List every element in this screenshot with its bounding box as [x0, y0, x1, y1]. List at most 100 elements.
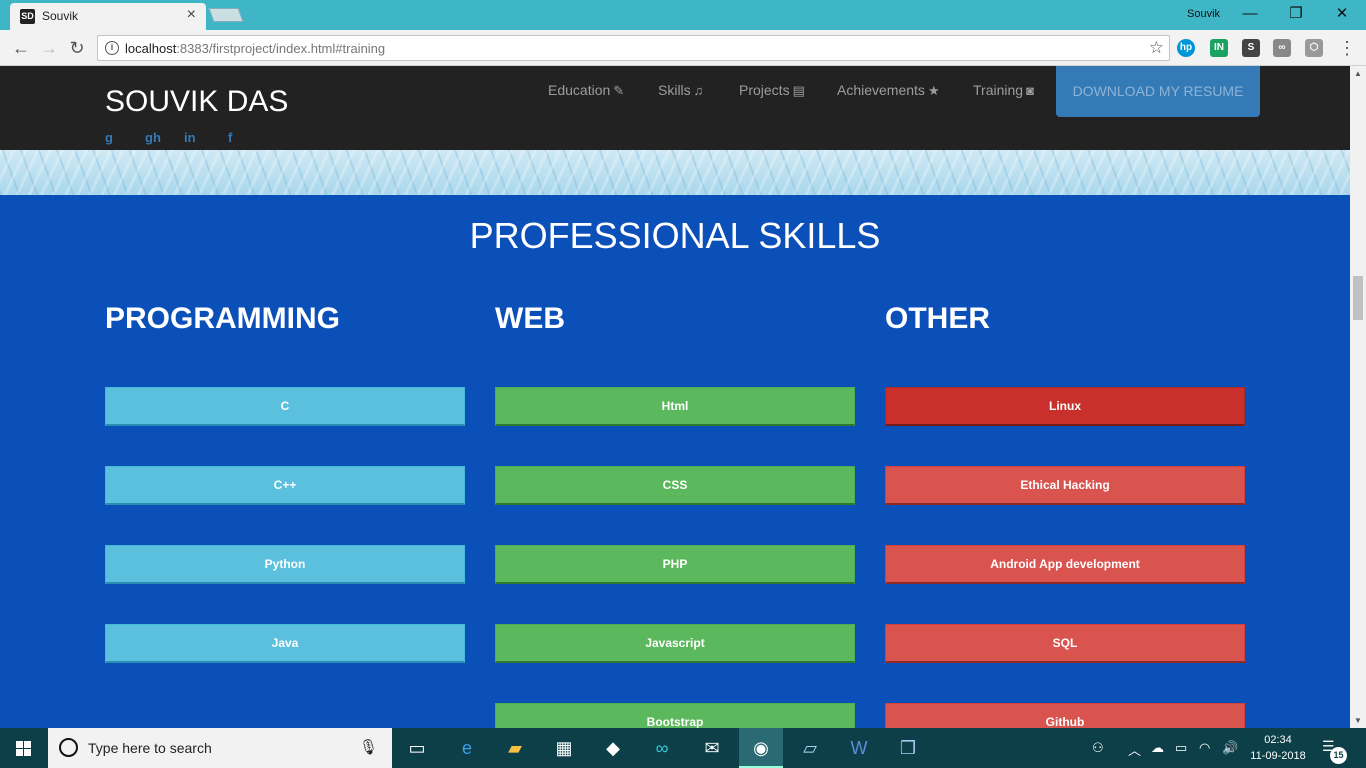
close-window-button[interactable]: ✕ [1332, 3, 1352, 25]
notification-count-badge: 15 [1330, 747, 1347, 764]
address-bar[interactable]: i localhost:8383/firstproject/index.html… [97, 35, 1170, 61]
dropbox-icon[interactable]: ◆ [601, 736, 625, 760]
scroll-up-icon[interactable]: ▲ [1354, 69, 1362, 78]
skill-button[interactable]: Linux [885, 387, 1245, 426]
web-page: SOUVIK DAS g gh in f Education ✎ Skills ♫ … [0, 66, 1366, 728]
cortana-icon [59, 738, 78, 757]
skill-button[interactable]: CSS [495, 466, 855, 505]
nav-training[interactable]: Training ◙ [973, 82, 1034, 98]
volume-icon[interactable]: 🔊 [1222, 740, 1238, 756]
maximize-button[interactable]: ❐ [1286, 3, 1306, 25]
menu-icon[interactable]: ⋮ [1336, 37, 1358, 59]
taskbar-search[interactable]: Type here to search 🎙 [48, 728, 392, 768]
windows-taskbar: Type here to search 🎙 ▭ e ▰ ▦ ◆ ∞ ✉ ◉ ▱ … [0, 728, 1366, 768]
store-icon[interactable]: ▦ [552, 736, 576, 760]
taskbar-clock[interactable]: 02:34 11-09-2018 [1249, 732, 1307, 764]
skill-button[interactable]: Java [105, 624, 465, 663]
mail-icon[interactable]: ✉ [700, 736, 724, 760]
virtualbox-icon[interactable]: ❒ [896, 736, 920, 760]
star-icon: ★ [927, 83, 940, 98]
new-tab-button[interactable] [208, 8, 244, 22]
linkedin-icon[interactable]: in [184, 130, 196, 145]
reload-icon[interactable]: ↻ [66, 37, 88, 59]
skill-button[interactable]: Python [105, 545, 465, 584]
start-button[interactable] [0, 728, 48, 768]
browser-titlebar: SD Souvik × Souvik — ❐ ✕ [0, 0, 1366, 30]
url-host: localhost [125, 41, 177, 56]
notes-icon[interactable]: ▱ [798, 736, 822, 760]
facebook-icon[interactable]: f [228, 130, 232, 145]
nav-education-label: Education [548, 82, 611, 98]
google-plus-icon[interactable]: g [105, 130, 113, 145]
nav-achievements[interactable]: Achievements ★ [837, 82, 940, 99]
scroll-down-icon[interactable]: ▼ [1354, 716, 1362, 725]
hp-extension-icon[interactable]: hp [1177, 39, 1195, 57]
shield-extension-icon[interactable]: ⬡ [1305, 39, 1323, 57]
chrome-icon[interactable]: ◉ [749, 736, 773, 760]
file-explorer-icon[interactable]: ▰ [503, 736, 527, 760]
clock-date: 11-09-2018 [1250, 750, 1306, 762]
nav-projects[interactable]: Projects ▤ [739, 82, 805, 99]
url-path: :8383/firstproject/index.html#training [176, 41, 386, 56]
show-hidden-icons-chevron-icon[interactable]: ︿ [1128, 740, 1141, 759]
browser-tab[interactable]: SD Souvik × [10, 3, 206, 30]
site-brand[interactable]: SOUVIK DAS [105, 85, 288, 119]
edge-icon[interactable]: e [455, 736, 479, 760]
scroll-thumb[interactable] [1353, 276, 1363, 320]
windows-logo-icon [24, 741, 31, 748]
page-scrollbar[interactable]: ▲ ▼ [1350, 66, 1366, 728]
download-resume-button[interactable]: DOWNLOAD MY RESUME [1056, 66, 1260, 117]
nav-skills[interactable]: Skills ♫ [658, 82, 703, 98]
skill-button[interactable]: PHP [495, 545, 855, 584]
profile-name[interactable]: Souvik [1187, 8, 1220, 20]
onedrive-icon[interactable]: ☁ [1151, 740, 1164, 756]
cloud-extension-icon[interactable]: ∞ [1273, 39, 1291, 57]
forward-icon[interactable]: → [38, 37, 60, 59]
info-icon[interactable]: i [105, 41, 119, 55]
site-navbar: SOUVIK DAS g gh in f Education ✎ Skills ♫ … [0, 66, 1350, 150]
s-extension-icon[interactable]: S [1242, 39, 1260, 57]
battery-icon[interactable]: ▭ [1175, 740, 1187, 756]
bookmark-star-icon[interactable]: ☆ [1149, 38, 1164, 58]
skill-button[interactable]: Html [495, 387, 855, 426]
column-heading: PROGRAMMING [105, 302, 340, 335]
nav-training-label: Training [973, 82, 1024, 98]
minimize-button[interactable]: — [1240, 3, 1260, 25]
wifi-icon[interactable]: ◠ [1199, 740, 1210, 756]
nav-achievements-label: Achievements [837, 82, 925, 98]
skill-button[interactable]: Github [885, 703, 1245, 728]
windows-logo-icon [16, 749, 23, 756]
tab-close-icon[interactable]: × [187, 7, 196, 23]
music-icon: ♫ [693, 83, 704, 98]
skill-button[interactable]: Bootstrap [495, 703, 855, 728]
microphone-icon[interactable]: 🎙 [359, 738, 378, 756]
skill-button[interactable]: Ethical Hacking [885, 466, 1245, 505]
task-view-icon[interactable]: ▭ [405, 736, 429, 760]
skill-button[interactable]: Android App development [885, 545, 1245, 584]
word-icon[interactable]: W [847, 736, 871, 760]
github-icon[interactable]: gh [145, 130, 161, 145]
clock-time: 02:34 [1264, 734, 1292, 746]
arduino-icon[interactable]: ∞ [650, 736, 674, 760]
hero-background-image [0, 150, 1350, 195]
people-icon[interactable]: ⚇ [1092, 740, 1104, 756]
file-icon: ▤ [792, 83, 805, 98]
linkedin-extension-icon[interactable]: IN [1210, 39, 1228, 57]
back-icon[interactable]: ← [10, 37, 32, 59]
windows-logo-icon [16, 741, 23, 748]
site-favicon-icon: SD [20, 9, 35, 24]
skill-button[interactable]: C++ [105, 466, 465, 505]
browser-toolbar: ← → ↻ i localhost:8383/firstproject/inde… [0, 30, 1366, 66]
skill-button[interactable]: C [105, 387, 465, 426]
pencil-icon: ✎ [613, 83, 625, 98]
skills-section: PROFESSIONAL SKILLS PROGRAMMING C C++ Py… [0, 195, 1350, 728]
column-heading: OTHER [885, 302, 990, 335]
skill-button[interactable]: Javascript [495, 624, 855, 663]
skill-button[interactable]: SQL [885, 624, 1245, 663]
nav-skills-label: Skills [658, 82, 691, 98]
url-text[interactable]: localhost:8383/firstproject/index.html#t… [125, 41, 385, 56]
camera-icon: ◙ [1026, 83, 1034, 98]
nav-projects-label: Projects [739, 82, 790, 98]
nav-education[interactable]: Education ✎ [548, 82, 624, 99]
section-title: PROFESSIONAL SKILLS [469, 215, 881, 256]
